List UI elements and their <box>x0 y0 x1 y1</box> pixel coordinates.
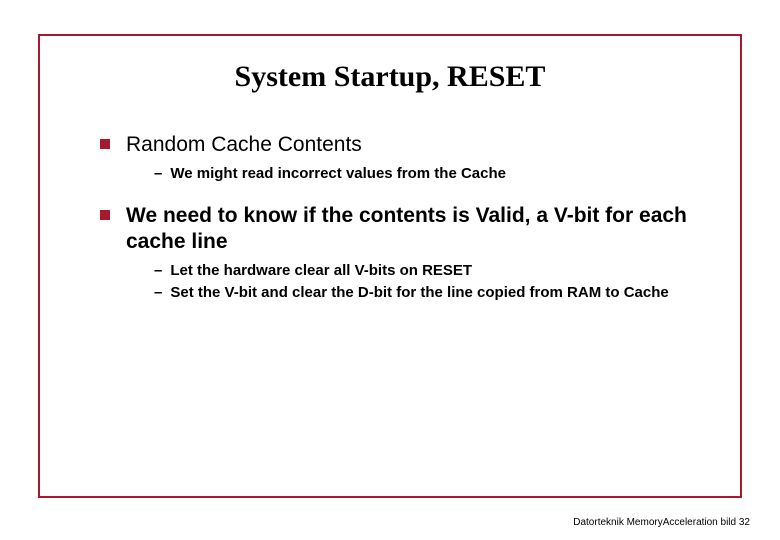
dash-icon: – <box>154 261 162 281</box>
dash-icon: – <box>154 164 162 184</box>
slide-title: System Startup, RESET <box>40 60 740 94</box>
slide-frame: System Startup, RESET Random Cache Conte… <box>38 34 742 498</box>
sub-text: We might read incorrect values from the … <box>170 164 506 184</box>
sub-item: – Set the V-bit and clear the D-bit for … <box>154 283 700 303</box>
sub-item: – We might read incorrect values from th… <box>154 164 700 184</box>
slide-footer: Datorteknik MemoryAcceleration bild 32 <box>573 517 750 528</box>
sub-list: – We might read incorrect values from th… <box>154 164 700 184</box>
sub-text: Let the hardware clear all V-bits on RES… <box>170 261 472 281</box>
sub-item: – Let the hardware clear all V-bits on R… <box>154 261 700 281</box>
sub-list: – Let the hardware clear all V-bits on R… <box>154 261 700 304</box>
bullet-text: We need to know if the contents is Valid… <box>126 203 700 256</box>
bullet-item: Random Cache Contents <box>100 132 700 158</box>
bullet-text: Random Cache Contents <box>126 132 362 158</box>
square-bullet-icon <box>100 210 110 220</box>
dash-icon: – <box>154 283 162 303</box>
bullet-item: We need to know if the contents is Valid… <box>100 203 700 256</box>
sub-text: Set the V-bit and clear the D-bit for th… <box>170 283 668 303</box>
square-bullet-icon <box>100 139 110 149</box>
slide-content: Random Cache Contents – We might read in… <box>100 132 700 304</box>
